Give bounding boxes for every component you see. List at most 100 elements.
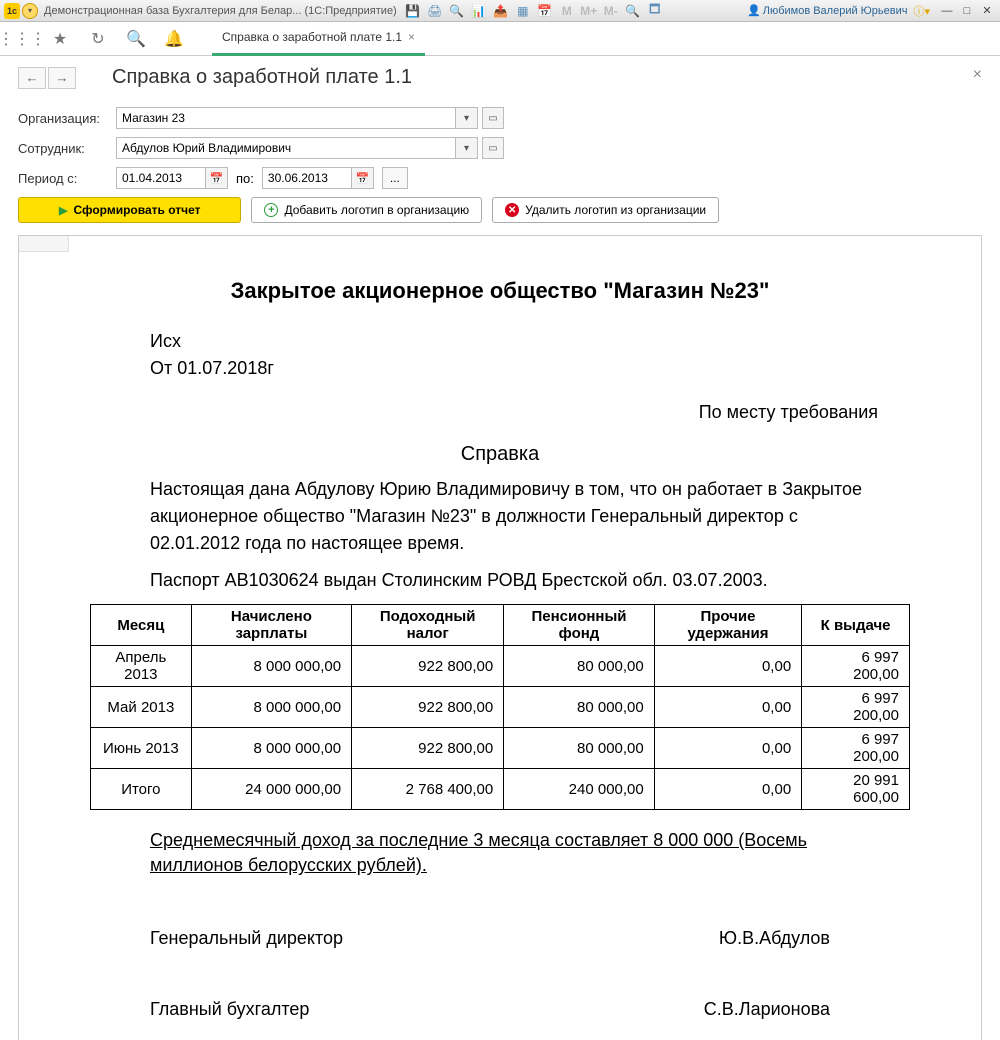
generate-report-button[interactable]: ▶ Сформировать отчет (18, 197, 241, 223)
org-label: Организация: (18, 111, 116, 126)
table-header-cell: Начислено зарплаты (191, 605, 351, 646)
table-header-cell: Месяц (91, 605, 192, 646)
favorites-icon[interactable]: ★ (50, 29, 70, 49)
table-row: Май 20138 000 000,00922 800,0080 000,000… (91, 687, 910, 728)
period-label: Период с: (18, 171, 116, 186)
page-close-icon[interactable]: × (973, 66, 982, 84)
window-title: Демонстрационная база Бухгалтерия для Бе… (44, 5, 397, 17)
tab-label: Справка о заработной плате 1.1 (222, 30, 402, 44)
tab-close-icon[interactable]: × (408, 30, 415, 44)
table-cell: 80 000,00 (504, 728, 655, 769)
action-bar: ▶ Сформировать отчет + Добавить логотип … (18, 197, 982, 223)
table-cell: 8 000 000,00 (191, 687, 351, 728)
zoom-icon[interactable]: 🔍 (625, 3, 641, 19)
org-input[interactable] (116, 107, 456, 129)
sheet-tab-stub[interactable] (19, 236, 69, 252)
table-cell: 6 997 200,00 (802, 728, 910, 769)
emp-label: Сотрудник: (18, 141, 116, 156)
table-cell: Май 2013 (91, 687, 192, 728)
date-line: От 01.07.2018г (150, 355, 910, 382)
save-icon[interactable]: 💾 (405, 3, 421, 19)
table-cell: Апрель 2013 (91, 646, 192, 687)
table-cell: 922 800,00 (352, 646, 504, 687)
table-row: Итого24 000 000,002 768 400,00240 000,00… (91, 769, 910, 810)
delete-logo-label: Удалить логотип из организации (525, 203, 706, 217)
apps-icon[interactable]: ⋮⋮⋮ (12, 29, 32, 49)
delete-logo-button[interactable]: ✕ Удалить логотип из организации (492, 197, 719, 223)
page-title: Справка о заработной плате 1.1 (112, 66, 412, 89)
history-icon[interactable]: ↻ (88, 29, 108, 49)
bell-icon[interactable]: 🔔 (164, 29, 184, 49)
current-user[interactable]: 👤 Любимов Валерий Юрьевич (747, 4, 907, 17)
nav-forward-button[interactable]: → (48, 67, 76, 89)
dropdown-icon[interactable]: ▾ (22, 3, 38, 19)
table-icon[interactable]: ▦ (515, 3, 531, 19)
export-icon[interactable]: 📤 (493, 3, 509, 19)
m-plus-icon[interactable]: M+ (581, 3, 597, 19)
table-cell: 80 000,00 (504, 646, 655, 687)
table-cell: 20 991 600,00 (802, 769, 910, 810)
table-row: Апрель 20138 000 000,00922 800,0080 000,… (91, 646, 910, 687)
play-icon: ▶ (59, 204, 67, 217)
isx-label: Исх (150, 328, 910, 355)
body-text-1: Настоящая дана Абдулову Юрию Владимирови… (150, 476, 878, 557)
average-income-line: Среднемесячный доход за последние 3 меся… (150, 828, 878, 878)
add-logo-label: Добавить логотип в организацию (284, 203, 469, 217)
body-text-2: Паспорт АВ1030624 выдан Столинским РОВД … (150, 567, 878, 594)
delete-icon: ✕ (505, 203, 519, 217)
table-header-cell: К выдаче (802, 605, 910, 646)
table-cell: 8 000 000,00 (191, 646, 351, 687)
emp-open-icon[interactable]: ▭ (482, 137, 504, 159)
m-minus-icon[interactable]: M- (603, 3, 619, 19)
table-cell: 922 800,00 (352, 728, 504, 769)
m-icon[interactable]: M (559, 3, 575, 19)
nav-back-button[interactable]: ← (18, 67, 46, 89)
table-header-cell: Подоходный налог (352, 605, 504, 646)
table-cell: 6 997 200,00 (802, 687, 910, 728)
table-cell: 80 000,00 (504, 687, 655, 728)
windows-icon[interactable]: 🗖 (647, 3, 663, 19)
compare-icon[interactable]: 📊 (471, 3, 487, 19)
table-cell: 6 997 200,00 (802, 646, 910, 687)
tab-active[interactable]: Справка о заработной плате 1.1 × (212, 22, 425, 56)
preview-icon[interactable]: 🔍 (449, 3, 465, 19)
page-header: ← → Справка о заработной плате 1.1 × (18, 66, 982, 89)
table-cell: Июнь 2013 (91, 728, 192, 769)
emp-dropdown-icon[interactable]: ▾ (456, 137, 478, 159)
sig2-title: Главный бухгалтер (150, 999, 309, 1020)
table-cell: 24 000 000,00 (191, 769, 351, 810)
titlebar-icons: 💾 🖨 🔍 📊 📤 ▦ 📅 M M+ M- 🔍 🗖 (405, 3, 663, 19)
date-to-input[interactable] (262, 167, 352, 189)
org-dropdown-icon[interactable]: ▾ (456, 107, 478, 129)
close-button[interactable]: ✕ (978, 3, 996, 19)
generate-label: Сформировать отчет (73, 203, 200, 217)
sig2-name: С.В.Ларионова (704, 999, 830, 1020)
table-cell: 2 768 400,00 (352, 769, 504, 810)
sig1-name: Ю.В.Абдулов (719, 928, 830, 949)
table-cell: 0,00 (654, 769, 801, 810)
search-icon[interactable]: 🔍 (126, 29, 146, 49)
add-logo-button[interactable]: + Добавить логотип в организацию (251, 197, 482, 223)
table-cell: 8 000 000,00 (191, 728, 351, 769)
date-from-calendar-icon[interactable]: 📅 (206, 167, 228, 189)
table-cell: 0,00 (654, 728, 801, 769)
org-open-icon[interactable]: ▭ (482, 107, 504, 129)
period-more-button[interactable]: ... (382, 167, 408, 189)
minimize-button[interactable]: — (938, 3, 956, 19)
info-icon[interactable]: ⓘ▾ (913, 3, 930, 19)
date-from-input[interactable] (116, 167, 206, 189)
app-logo-icon: 1c (4, 3, 20, 19)
user-name-label: Любимов Валерий Юрьевич (763, 5, 908, 17)
emp-input[interactable] (116, 137, 456, 159)
maximize-button[interactable]: □ (958, 3, 976, 19)
table-row: Июнь 20138 000 000,00922 800,0080 000,00… (91, 728, 910, 769)
date-to-calendar-icon[interactable]: 📅 (352, 167, 374, 189)
titlebar: 1c ▾ Демонстрационная база Бухгалтерия д… (0, 0, 1000, 22)
table-cell: 0,00 (654, 687, 801, 728)
calendar-icon[interactable]: 📅 (537, 3, 553, 19)
doc-heading: Справка (90, 443, 910, 466)
table-cell: 0,00 (654, 646, 801, 687)
table-header-cell: Пенсионный фонд (504, 605, 655, 646)
print-icon[interactable]: 🖨 (427, 3, 443, 19)
table-cell: Итого (91, 769, 192, 810)
